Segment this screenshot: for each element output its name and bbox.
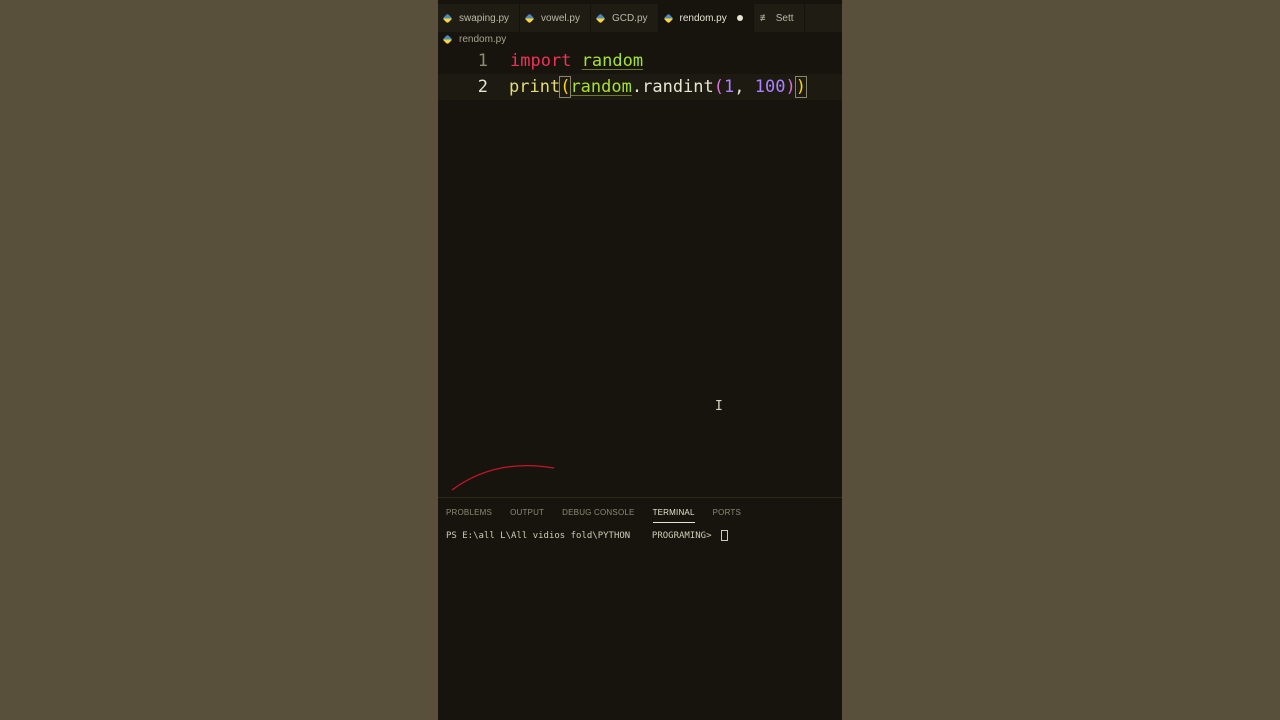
inner-open-paren-token: ( [713, 77, 725, 97]
close-paren-token: ) [794, 76, 807, 98]
python-file-icon [595, 13, 606, 23]
number-token: 1 [724, 77, 735, 97]
terminal-prompt: PS E:\all L\All vidios fold\PYTHON PROGR… [446, 530, 717, 541]
line-number: 1 [477, 51, 488, 71]
number-token: 100 [754, 77, 786, 97]
tab-label: Sett [775, 12, 794, 24]
tab-vowel-py[interactable]: vowel.py [520, 4, 591, 32]
tab-problems[interactable]: PROBLEMS [446, 498, 492, 526]
red-annotation-stroke [451, 465, 555, 491]
dot-token: . [631, 77, 643, 97]
unsaved-dot-icon[interactable] [736, 15, 743, 21]
line-number: 2 [477, 77, 488, 97]
breadcrumb-file: rendom.py [459, 33, 507, 45]
function-token: print [509, 77, 561, 97]
tab-label: GCD.py [611, 12, 648, 24]
tab-label: swaping.py [459, 12, 510, 24]
editor-tab-bar: swaping.py vowel.py GCD.py rendom.py ≢ S… [438, 4, 842, 32]
code-line-1[interactable]: 1 import random [438, 48, 842, 74]
terminal-cursor [720, 530, 728, 541]
tab-swaping-py[interactable]: swaping.py [438, 4, 521, 32]
code-content: print(random.randint(1, 100)) [490, 76, 807, 98]
settings-icon: ≢ [759, 12, 770, 24]
python-file-icon [442, 13, 453, 23]
open-paren-token: ( [559, 76, 572, 98]
bottom-panel: PROBLEMS OUTPUT DEBUG CONSOLE TERMINAL P… [438, 497, 842, 720]
panel-tab-bar: PROBLEMS OUTPUT DEBUG CONSOLE TERMINAL P… [438, 498, 842, 526]
python-file-icon [524, 13, 535, 23]
breadcrumb[interactable]: rendom.py [442, 32, 507, 46]
tab-debug-console[interactable]: DEBUG CONSOLE [562, 498, 634, 526]
method-token: randint [642, 77, 714, 97]
code-line-2[interactable]: 2 print(random.randint(1, 100)) [438, 74, 842, 100]
tab-rendom-py[interactable]: rendom.py [658, 4, 754, 32]
tab-output[interactable]: OUTPUT [510, 498, 544, 526]
left-letterbox [0, 0, 438, 720]
inner-close-paren-token: ) [785, 77, 796, 97]
right-letterbox [842, 0, 1280, 720]
keyword-token: import [510, 51, 572, 71]
tab-label: rendom.py [679, 12, 727, 24]
tab-ports[interactable]: PORTS [713, 498, 741, 526]
module-token: random [581, 51, 644, 71]
python-file-icon [442, 34, 453, 44]
tab-terminal[interactable]: TERMINAL [652, 503, 695, 523]
tab-label: vowel.py [541, 12, 580, 24]
code-editor-window: swaping.py vowel.py GCD.py rendom.py ≢ S… [438, 0, 842, 720]
ibeam-cursor-icon: I [715, 399, 723, 414]
python-file-icon [663, 13, 673, 23]
tab-settings[interactable]: ≢ Sett [753, 4, 805, 32]
comma-token: , [734, 77, 755, 97]
code-area[interactable]: 1 import random 2 print(random.randint(1… [438, 48, 842, 100]
module-token: random [570, 77, 632, 97]
tab-gcd-py[interactable]: GCD.py [590, 4, 659, 32]
terminal-prompt-line[interactable]: PS E:\all L\All vidios fold\PYTHON PROGR… [438, 530, 842, 541]
code-content: import random [490, 51, 643, 71]
